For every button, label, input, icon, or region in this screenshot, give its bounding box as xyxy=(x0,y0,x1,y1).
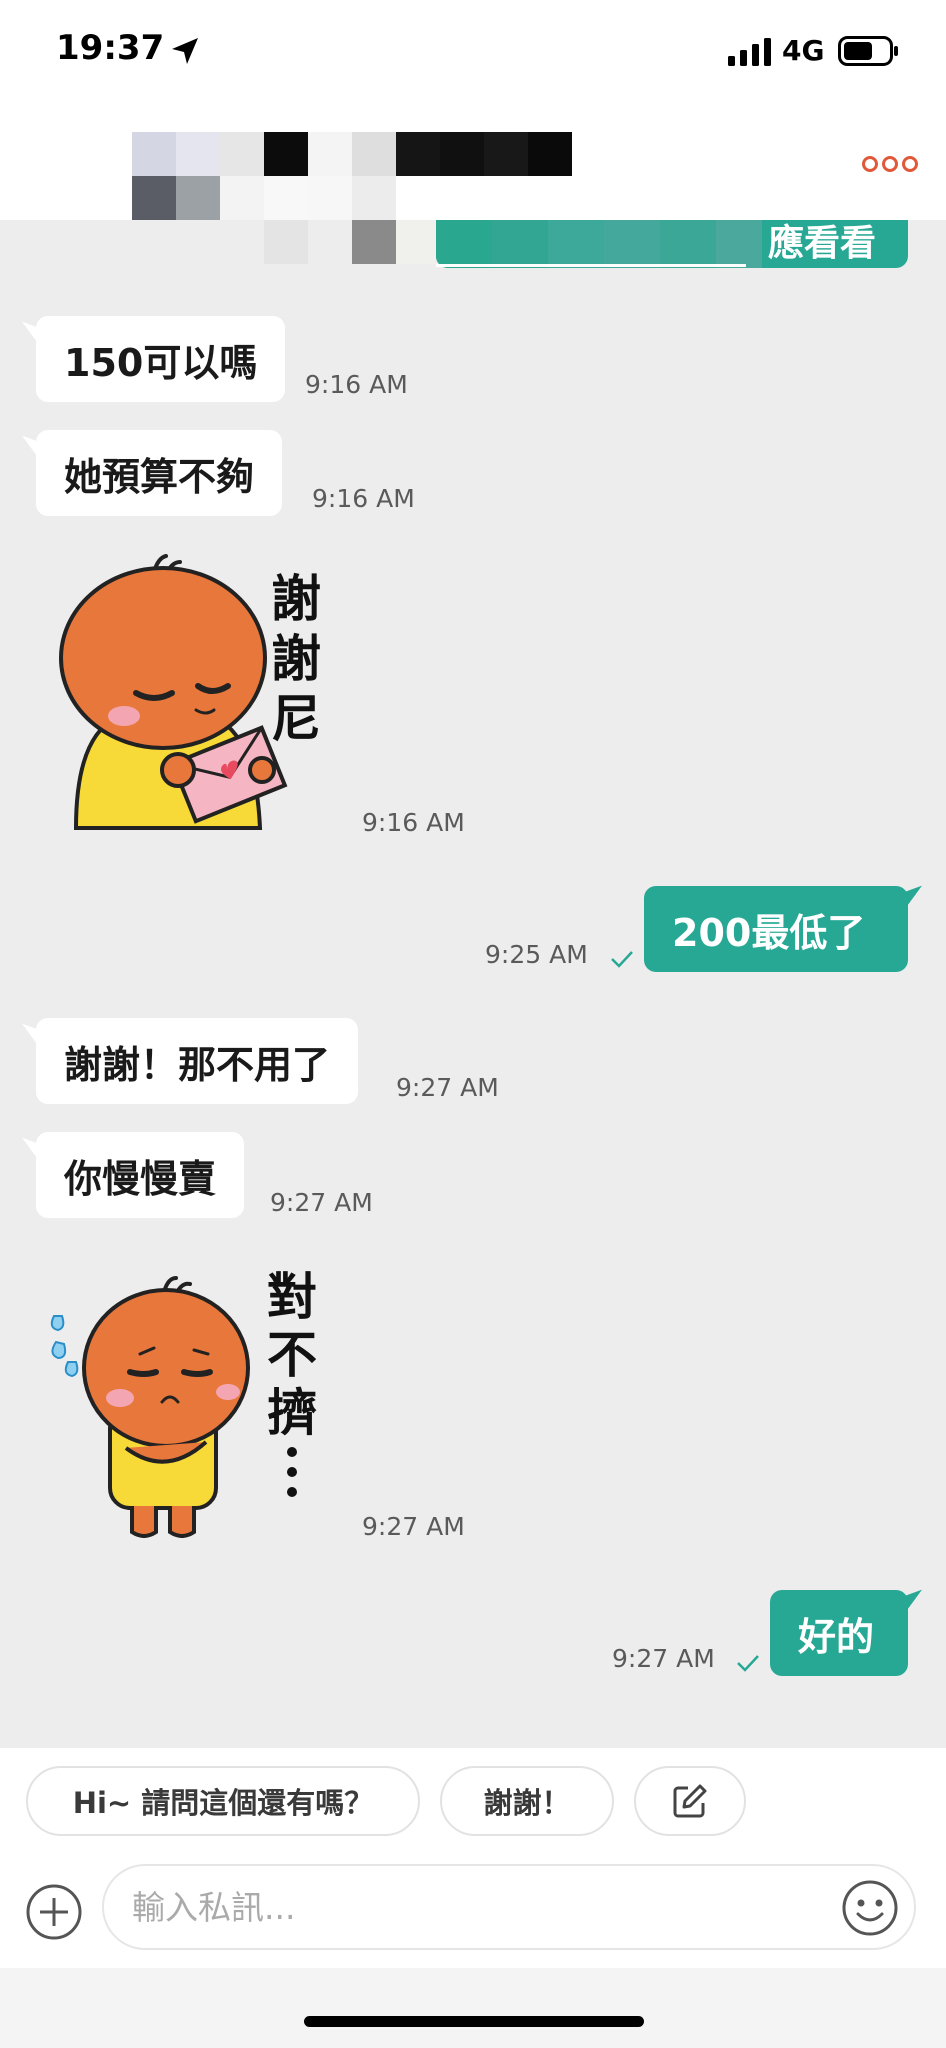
message-input[interactable] xyxy=(130,1876,814,1938)
message-timestamp: 9:27 AM xyxy=(270,1188,373,1217)
message-text: 你慢慢賣 xyxy=(64,1156,217,1201)
bubble-tail xyxy=(22,1137,46,1171)
bubble-tail xyxy=(22,1023,46,1057)
divider-line xyxy=(436,264,746,267)
message-text: 150可以嗎 xyxy=(64,340,258,385)
bubble-tail xyxy=(898,1589,922,1623)
message-timestamp: 9:16 AM xyxy=(312,484,415,513)
sticker-caption: 對 xyxy=(267,1268,317,1326)
incoming-message-bubble[interactable]: 她預算不夠 xyxy=(22,430,283,516)
message-timestamp: 9:16 AM xyxy=(305,370,408,399)
partial-outgoing-bubble: 應看看 xyxy=(436,220,908,268)
bubble-tail xyxy=(22,321,46,355)
quick-reply-chip[interactable]: 謝謝！ xyxy=(440,1766,614,1836)
home-indicator[interactable] xyxy=(304,2016,644,2027)
svg-text:尼: 尼 xyxy=(271,690,321,748)
outgoing-message-bubble[interactable]: 好的 xyxy=(770,1589,922,1676)
emoji-icon[interactable] xyxy=(840,1878,900,1938)
sent-check-icon xyxy=(611,951,633,968)
status-bar: 19:37 4G xyxy=(0,0,946,104)
battery-icon xyxy=(838,36,898,66)
message-timestamp: 9:27 AM xyxy=(396,1073,499,1102)
thank-you-sticker[interactable]: 謝 謝 尼 xyxy=(48,548,338,838)
outgoing-message-bubble[interactable]: 200最低了 xyxy=(644,885,922,972)
edit-quick-replies-button[interactable] xyxy=(634,1766,746,1836)
edit-icon xyxy=(673,1784,707,1818)
incoming-message-bubble[interactable]: 你慢慢賣 xyxy=(22,1132,245,1218)
quick-reply-label: Hi~ 請問這個還有嗎？ xyxy=(72,1786,374,1820)
bubble-tail xyxy=(22,435,46,469)
message-text: 她預算不夠 xyxy=(64,454,255,499)
svg-text:不: 不 xyxy=(267,1326,317,1384)
status-time: 19:37 xyxy=(56,28,165,68)
quick-reply-chip[interactable]: Hi~ 請問這個還有嗎？ xyxy=(26,1766,420,1836)
incoming-message-bubble[interactable]: 150可以嗎 xyxy=(22,316,286,402)
more-dots-icon[interactable] xyxy=(862,154,918,174)
partial-bubble-text: 應看看 xyxy=(767,223,876,264)
svg-text:擠: 擠 xyxy=(267,1384,317,1442)
message-timestamp: 9:27 AM xyxy=(612,1644,715,1673)
message-text: 好的 xyxy=(798,1614,875,1659)
message-text: 200最低了 xyxy=(672,910,866,955)
incoming-message-bubble[interactable]: 謝謝！那不用了 xyxy=(22,1018,359,1104)
svg-text:謝: 謝 xyxy=(271,630,321,688)
sticker-caption: 謝 xyxy=(271,570,321,628)
message-timestamp: 9:27 AM xyxy=(362,1512,465,1541)
home-area xyxy=(0,1968,946,2048)
signal-bars-icon xyxy=(728,38,771,66)
sorry-sticker[interactable]: 對 不 擠 xyxy=(44,1258,334,1538)
quick-reply-label: 謝謝！ xyxy=(483,1786,571,1820)
bubble-tail xyxy=(898,885,922,919)
plus-icon[interactable] xyxy=(24,1882,84,1942)
message-timestamp: 9:25 AM xyxy=(485,940,588,969)
location-arrow-icon xyxy=(172,38,198,64)
message-timestamp: 9:16 AM xyxy=(362,808,465,837)
network-type: 4G xyxy=(782,34,825,67)
message-text: 謝謝！那不用了 xyxy=(64,1042,331,1087)
sent-check-icon xyxy=(737,1655,759,1672)
